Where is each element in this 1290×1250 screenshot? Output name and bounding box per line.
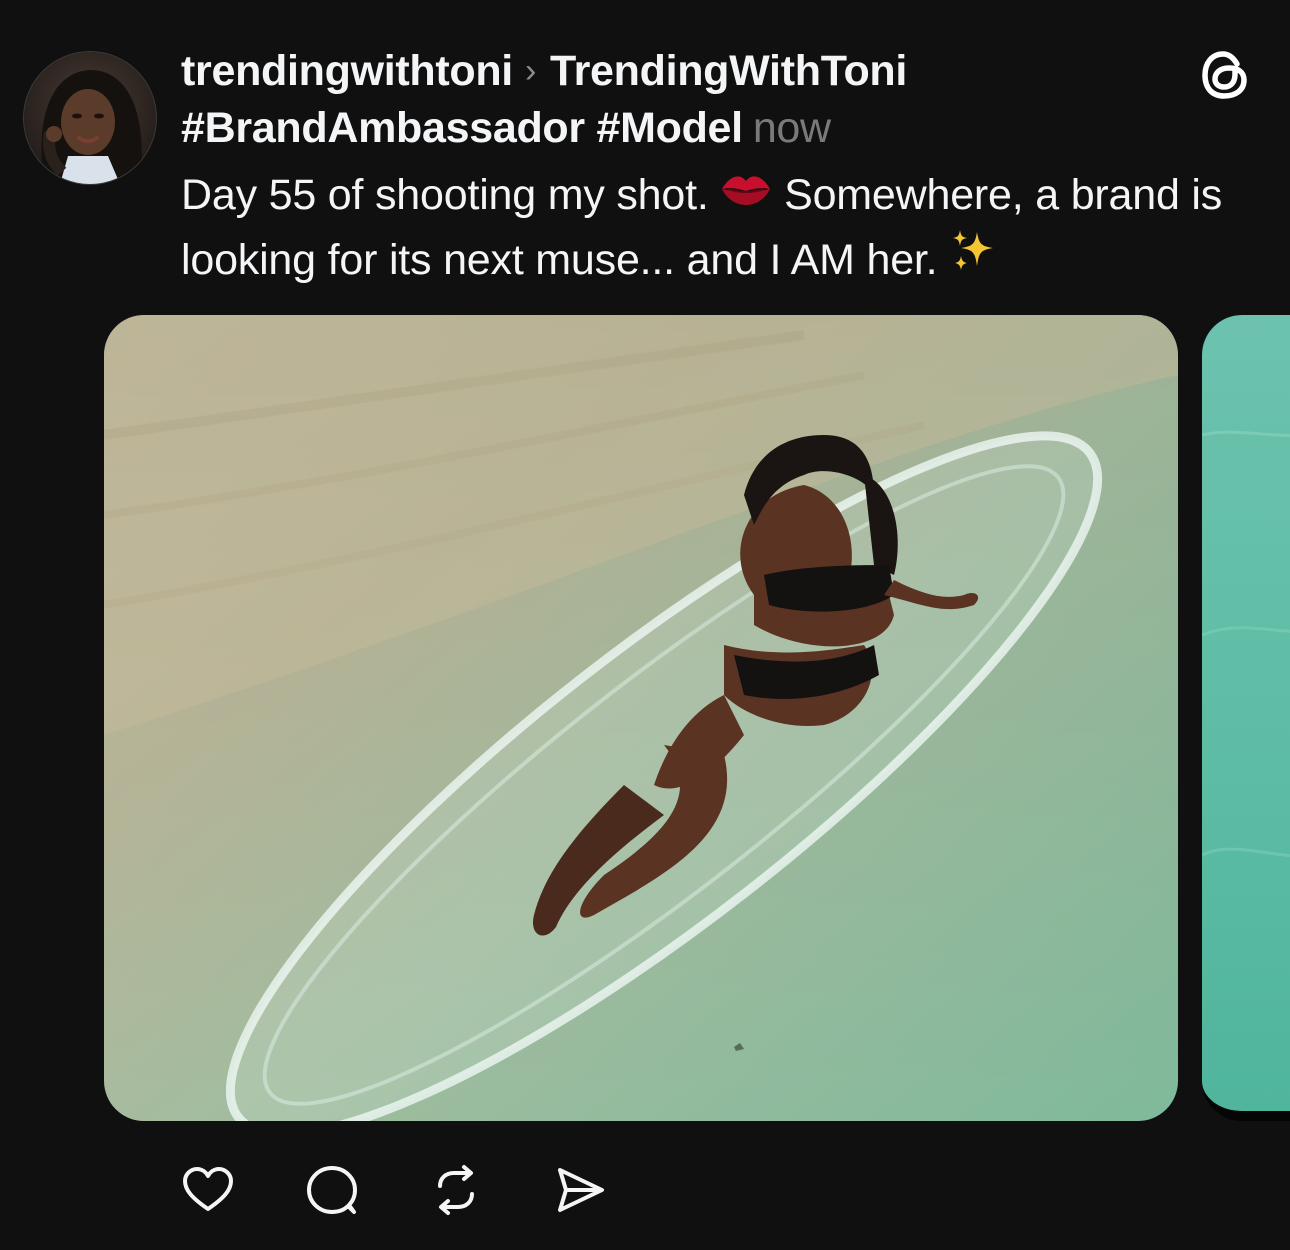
heart-icon — [183, 1167, 233, 1211]
comment-icon — [307, 1166, 357, 1214]
community-name[interactable]: TrendingWithToni — [550, 47, 907, 95]
thread-post: trendingwithtoni › TrendingWithToni #Brand… — [0, 0, 1290, 1250]
water-photo-image — [1202, 315, 1290, 1111]
breadcrumb-separator-icon: › — [524, 52, 536, 90]
post-hashtags[interactable]: #BrandAmbassador #Model — [181, 104, 743, 152]
post-caption: Day 55 of shooting my shot. Somewhere, a… — [181, 164, 1261, 296]
share-button[interactable] — [550, 1160, 610, 1220]
avatar[interactable] — [24, 52, 156, 184]
threads-logo-icon[interactable] — [1196, 46, 1254, 104]
caption-text-1: Day 55 of shooting my shot. — [181, 171, 721, 219]
beach-photo-image — [104, 315, 1178, 1121]
media-carousel[interactable] — [0, 315, 1290, 1121]
repost-button[interactable] — [426, 1160, 486, 1220]
avatar-image — [24, 52, 156, 184]
kiss-mark-icon — [720, 162, 772, 225]
post-timestamp: now — [752, 104, 831, 152]
reply-button[interactable] — [302, 1160, 362, 1220]
like-button[interactable] — [178, 1160, 238, 1220]
post-header: trendingwithtoni › TrendingWithToni #Brand… — [181, 44, 1161, 155]
repost-icon — [438, 1165, 474, 1215]
sparkles-icon — [949, 226, 997, 292]
share-icon — [558, 1168, 604, 1212]
username[interactable]: trendingwithtoni — [181, 47, 513, 95]
post-photo[interactable] — [104, 315, 1178, 1121]
next-photo-preview[interactable] — [1202, 315, 1290, 1121]
post-actions — [178, 1160, 674, 1220]
